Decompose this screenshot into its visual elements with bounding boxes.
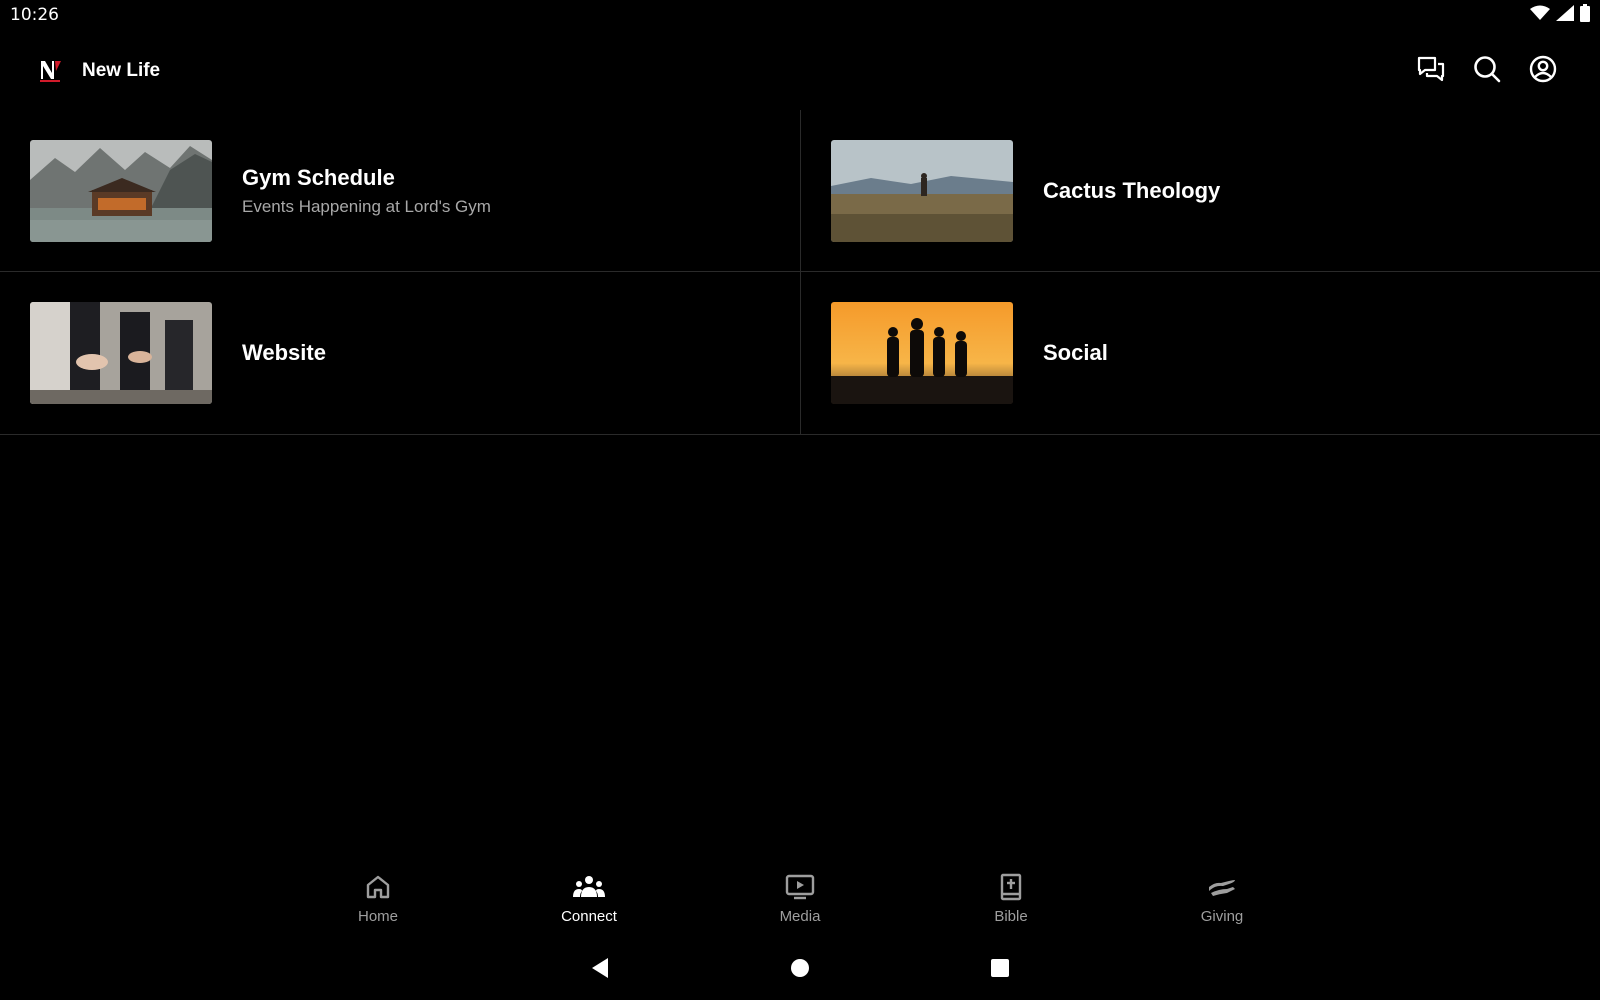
nav-label: Home [357,908,398,925]
tile-website[interactable]: Website [0,272,801,435]
status-bar: 10:26 [0,0,1600,30]
wifi-icon [1530,5,1550,26]
messages-button[interactable] [1414,54,1448,88]
website-text: Website [242,340,326,366]
tile-gym-schedule[interactable]: Gym Schedule Events Happening at Lord's … [0,110,801,272]
cactus-theology-thumbnail [831,139,1013,242]
connect-grid: Gym Schedule Events Happening at Lord's … [0,110,1600,435]
website-thumbnail [30,302,212,404]
gym-schedule-thumbnail [30,139,212,242]
nav-connect[interactable]: Connect [484,872,695,940]
tile-title: Website [242,340,326,365]
status-time: 10:26 [10,5,59,25]
tile-cactus-theology[interactable]: Cactus Theology [801,110,1600,272]
nav-home[interactable]: Home [273,872,484,940]
nav-label: Media [779,908,821,925]
tile-title: Gym Schedule [242,164,395,190]
tile-title: Cactus Theology [1043,177,1221,203]
cellular-signal-icon [1556,4,1574,26]
new-life-logo-icon[interactable] [30,50,72,92]
bible-icon [999,872,1023,902]
system-back-button[interactable] [585,955,615,985]
profile-button[interactable] [1526,54,1560,88]
status-icons [1530,3,1590,27]
nav-label: Bible [994,908,1028,925]
people-icon [573,872,605,902]
system-recents-button[interactable] [985,955,1015,985]
tile-title: Social [1043,340,1108,365]
search-button[interactable] [1470,54,1504,88]
chat-icon [1417,56,1445,87]
account-circle-icon [1529,55,1557,88]
app-header: New Life [0,40,1600,102]
cactus-theology-text: Cactus Theology [1043,178,1220,204]
header-actions [1414,54,1570,88]
tv-play-icon [785,872,815,902]
bottom-nav: Home Connect Media Bible Giving [0,872,1600,940]
app-title: New Life [82,60,161,81]
social-text: Social [1043,340,1108,366]
battery-icon [1580,3,1590,27]
tile-social[interactable]: Social [801,272,1600,435]
nav-label: Connect [561,908,617,925]
system-nav-bar [0,950,1600,990]
nav-bible[interactable]: Bible [906,872,1117,940]
nav-media[interactable]: Media [695,872,906,940]
tile-subtitle: Events Happening at Lord's Gym [242,196,491,216]
nav-giving[interactable]: Giving [1117,872,1328,940]
nav-label: Giving [1200,908,1244,925]
social-thumbnail [831,302,1013,404]
back-triangle-icon [590,957,610,984]
gym-schedule-text: Gym Schedule Events Happening at Lord's … [242,165,491,217]
home-icon [365,872,391,902]
recents-square-icon [990,958,1010,983]
giving-hand-icon [1207,872,1237,902]
system-home-button[interactable] [785,955,815,985]
home-circle-icon [790,958,810,983]
search-icon [1473,55,1501,88]
